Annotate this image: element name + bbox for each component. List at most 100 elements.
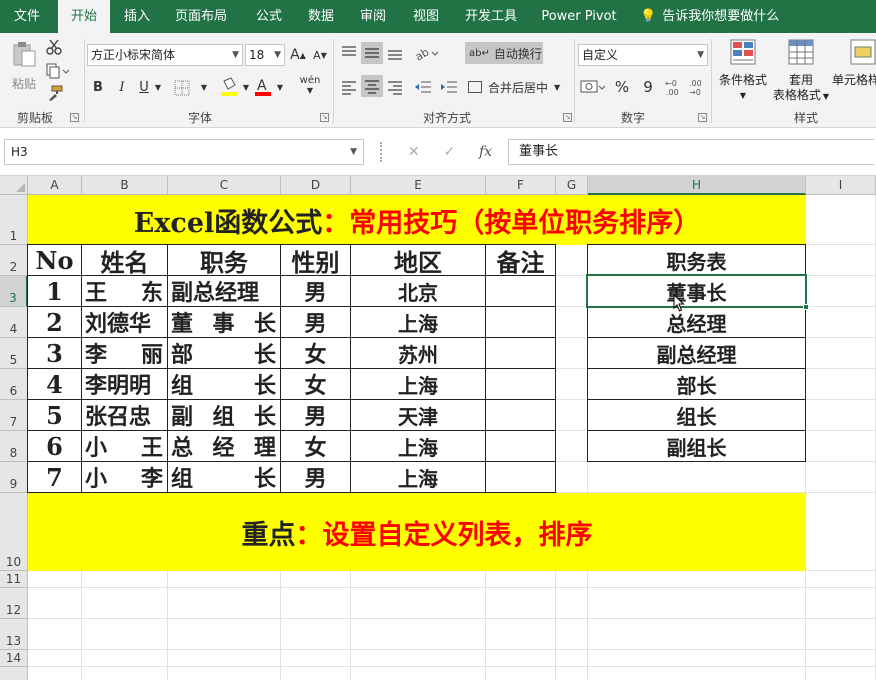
row-header-10[interactable]: 10 [0, 493, 28, 571]
alignment-launcher[interactable]: ↘ [563, 113, 572, 122]
italic-button[interactable]: I [112, 76, 132, 98]
align-left-icon[interactable] [341, 79, 357, 95]
align-center-button[interactable] [361, 75, 383, 97]
formula-bar-grip[interactable] [380, 142, 383, 162]
row-header-3[interactable]: 3 [0, 276, 28, 307]
record-note[interactable] [485, 306, 556, 338]
record-note[interactable] [485, 461, 556, 493]
conditional-format-button[interactable]: 条件格式 ▼ [716, 39, 770, 103]
fill-color-icon[interactable] [220, 77, 238, 97]
ribbon-tab-1[interactable]: 开始 [58, 0, 110, 33]
record-note[interactable] [485, 337, 556, 369]
merge-center-button[interactable]: 合并后居中 ▼ [466, 76, 566, 98]
ribbon-tab-6[interactable]: 审阅 [350, 0, 396, 33]
column-header-c[interactable]: C [168, 176, 281, 195]
shrink-font-button[interactable]: A ▼ [311, 45, 329, 65]
record-note[interactable] [485, 399, 556, 431]
font-name-combo[interactable]: 方正小标宋简体 ▼ [87, 44, 243, 66]
record-note[interactable] [485, 275, 556, 307]
ribbon-tab-9[interactable]: Power Pivot [536, 0, 622, 33]
row-header-next[interactable] [0, 667, 28, 680]
active-cell-selection[interactable] [586, 274, 807, 308]
increase-indent-icon[interactable] [440, 79, 458, 95]
column-header-g[interactable]: G [556, 176, 588, 195]
align-middle-button[interactable] [361, 42, 383, 64]
row-header-6[interactable]: 6 [0, 369, 28, 400]
borders-dropdown[interactable]: ▼ [198, 76, 210, 98]
insert-function-icon[interactable]: fx [479, 144, 492, 160]
column-header-e[interactable]: E [351, 176, 486, 195]
column-header-i[interactable]: I [806, 176, 876, 195]
row-header-2[interactable]: 2 [0, 245, 28, 276]
fill-color-dropdown[interactable]: ▼ [240, 76, 252, 98]
decrease-indent-icon[interactable] [414, 79, 432, 95]
job-list-item[interactable]: 副总经理 [587, 337, 806, 369]
cell-styles-button[interactable]: 单元格样 [832, 39, 876, 88]
row-header-14[interactable]: 14 [0, 650, 28, 667]
copy-icon[interactable] [46, 63, 70, 79]
orientation-icon[interactable]: ab [414, 44, 440, 62]
column-header-b[interactable]: B [82, 176, 168, 195]
comma-button[interactable]: 9 [638, 76, 658, 98]
number-launcher[interactable]: ↘ [698, 113, 707, 122]
row-header-12[interactable]: 12 [0, 588, 28, 619]
job-list-item[interactable]: 部长 [587, 368, 806, 400]
ribbon-tab-7[interactable]: 视图 [403, 0, 449, 33]
font-size-combo[interactable]: 18 ▼ [245, 44, 285, 66]
worksheet-grid[interactable]: A B C D E F G H I 1 2 3 4 5 6 7 8 9 10 11 12 13 14 Excel函数公式 ：常用… [0, 176, 876, 680]
cancel-icon[interactable]: ✕ [408, 144, 420, 160]
accounting-format-icon[interactable] [580, 78, 606, 96]
name-box[interactable]: H3 ▼ [4, 139, 364, 165]
ribbon-tab-0[interactable]: 文件 [0, 0, 54, 33]
clipboard-launcher[interactable]: ↘ [70, 113, 79, 122]
column-header-d[interactable]: D [281, 176, 351, 195]
select-all-button[interactable] [0, 176, 28, 195]
underline-dropdown[interactable]: ▼ [152, 76, 164, 98]
row-header-5[interactable]: 5 [0, 338, 28, 369]
font-launcher[interactable]: ↘ [320, 113, 329, 122]
underline-button[interactable]: U [134, 76, 154, 98]
align-top-icon[interactable] [341, 45, 357, 61]
row-header-11[interactable]: 11 [0, 571, 28, 588]
paste-button[interactable]: 粘贴 [6, 39, 42, 92]
column-header-f[interactable]: F [486, 176, 556, 195]
column-header-a[interactable]: A [28, 176, 82, 195]
bold-button[interactable]: B [88, 76, 108, 98]
record-note[interactable] [485, 430, 556, 462]
cut-icon[interactable] [46, 39, 62, 55]
tell-me-search[interactable]: 💡 告诉我你想要做什么 [640, 0, 779, 33]
format-as-table-button[interactable]: 套用 表格格式 ▼ [771, 39, 831, 104]
phonetic-button[interactable]: wén ▼ [298, 74, 322, 98]
ribbon-tab-4[interactable]: 公式 [246, 0, 292, 33]
ribbon-tab-8[interactable]: 开发工具 [456, 0, 526, 33]
align-right-icon[interactable] [387, 79, 403, 95]
number-format-combo[interactable]: 自定义 ▼ [578, 44, 708, 66]
ribbon-tab-3[interactable]: 页面布局 [168, 0, 234, 33]
align-bottom-icon[interactable] [387, 45, 403, 61]
row-header-4[interactable]: 4 [0, 307, 28, 338]
row-header-7[interactable]: 7 [0, 400, 28, 431]
row-header-1[interactable]: 1 [0, 195, 28, 245]
row-header-9[interactable]: 9 [0, 462, 28, 493]
job-list-item[interactable]: 组长 [587, 399, 806, 431]
grow-font-button[interactable]: A ▲ [289, 45, 307, 65]
decrease-decimal-icon[interactable]: .00→0 [688, 78, 708, 96]
percent-button[interactable]: % [612, 76, 632, 98]
borders-icon[interactable] [174, 80, 190, 96]
row-header-8[interactable]: 8 [0, 431, 28, 462]
font-color-dropdown[interactable]: ▼ [274, 76, 286, 98]
job-list-item[interactable]: 总经理 [587, 306, 806, 338]
record-note[interactable] [485, 368, 556, 400]
ribbon-tab-5[interactable]: 数据 [298, 0, 344, 33]
enter-icon[interactable]: ✓ [443, 144, 455, 160]
job-list-item[interactable]: 副组长 [587, 430, 806, 462]
wrap-text-button[interactable]: ab↵ 自动换行 [465, 42, 543, 64]
ribbon-tab-2[interactable]: 插入 [114, 0, 160, 33]
fill-handle[interactable] [803, 304, 809, 310]
column-header-h[interactable]: H [588, 176, 806, 195]
format-painter-icon[interactable] [46, 85, 64, 101]
font-color-icon[interactable]: A [254, 77, 272, 97]
row-header-13[interactable]: 13 [0, 619, 28, 650]
increase-decimal-icon[interactable]: ←0.00 [664, 78, 684, 96]
formula-input[interactable]: 董事长 [508, 139, 874, 165]
